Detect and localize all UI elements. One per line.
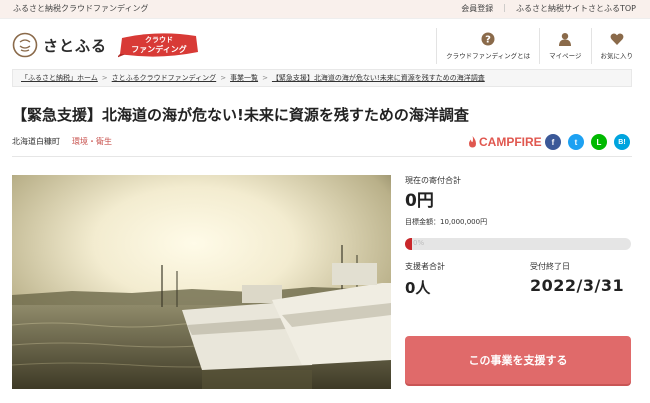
twitter-share-icon[interactable]: t (568, 134, 584, 150)
satofull-top-link[interactable]: ふるさと納税サイトさとふるTOP (516, 3, 636, 14)
breadcrumb-separator: > (220, 74, 227, 82)
progress-fill (405, 238, 412, 250)
share-buttons: f t L B! (545, 134, 630, 150)
register-link[interactable]: 会員登録 (461, 3, 493, 14)
badge-line2: ファンディング (131, 45, 187, 54)
breadcrumb-separator: > (262, 74, 268, 82)
heart-icon (610, 33, 624, 45)
project-title: 【緊急支援】北海道の海が危ない!未来に資源を残すための海洋調査 (12, 106, 469, 124)
nav-favorites[interactable]: お気に入り (590, 28, 643, 64)
breadcrumb: 「ふるさと納税」ホーム > さとふるクラウドファンディング > 事業一覧 > 【… (12, 69, 632, 87)
fishing-boats-photo-icon (12, 175, 391, 389)
deadline-label: 受付終了日 (530, 262, 570, 271)
top-links: 会員登録 | ふるさと納税サイトさとふるTOP (461, 3, 636, 14)
satofull-logo[interactable]: さとふる (12, 32, 107, 58)
support-project-button[interactable]: この事業を支援する (405, 336, 631, 384)
breadcrumb-projects[interactable]: 事業一覧 (230, 73, 258, 83)
svg-text:?: ? (485, 35, 491, 46)
breadcrumb-separator: > (101, 74, 108, 82)
progress-percent: 0% (413, 239, 425, 247)
deadline-value: 2022/3/31 (530, 276, 625, 295)
breadcrumb-current[interactable]: 【緊急支援】北海道の海が危ない!未来に資源を残すための海洋調査 (272, 73, 485, 83)
facebook-share-icon[interactable]: f (545, 134, 561, 150)
supporters-value: 0人 (405, 279, 431, 297)
site-header: さとふる クラウド ファンディング ? クラウドファンディングとは マイページ (0, 20, 650, 68)
breadcrumb-home[interactable]: 「ふるさと納税」ホーム (21, 73, 98, 83)
divider (12, 156, 632, 157)
satofull-logo-mark-icon (12, 32, 38, 58)
nav-favorites-label: お気に入り (600, 52, 634, 60)
nav-about-crowdfunding[interactable]: ? クラウドファンディングとは (436, 28, 539, 64)
campfire-logo: CAMPFIRE (468, 135, 542, 149)
nav-about-label: クラウドファンディングとは (446, 52, 531, 60)
line-share-icon[interactable]: L (591, 134, 607, 150)
logo-text: さとふる (43, 36, 108, 55)
crowdfunding-badge[interactable]: クラウド ファンディング (118, 32, 200, 58)
hatena-share-icon[interactable]: B! (614, 134, 630, 150)
project-photo (12, 175, 391, 389)
link-separator: | (503, 3, 506, 12)
site-tagline: ふるさと納税クラウドファンディング (13, 4, 149, 13)
supporters-label: 支援者合計 (405, 262, 445, 271)
project-category[interactable]: 環境・衛生 (72, 136, 112, 147)
top-bar: ふるさと納税クラウドファンディング 会員登録 | ふるさと納税サイトさとふるTO… (0, 0, 650, 19)
user-icon (559, 33, 572, 46)
current-total-value: 0円 (405, 191, 434, 211)
nav-mypage-label: マイページ (549, 52, 582, 60)
goal-amount: 目標金額：10,000,000円 (405, 218, 488, 226)
current-total-label: 現在の寄付合計 (405, 176, 461, 185)
project-town: 北海道白糠町 (12, 137, 60, 146)
progress-bar: 0% (405, 238, 631, 250)
breadcrumb-crowdfunding[interactable]: さとふるクラウドファンディング (112, 73, 217, 83)
question-icon: ? (481, 32, 495, 46)
header-nav: ? クラウドファンディングとは マイページ お気に入り (436, 28, 642, 64)
nav-mypage[interactable]: マイページ (539, 28, 590, 64)
campfire-text: CAMPFIRE (479, 135, 542, 149)
project-meta: 北海道白糠町 環境・衛生 (12, 136, 112, 147)
flame-icon (469, 136, 476, 148)
